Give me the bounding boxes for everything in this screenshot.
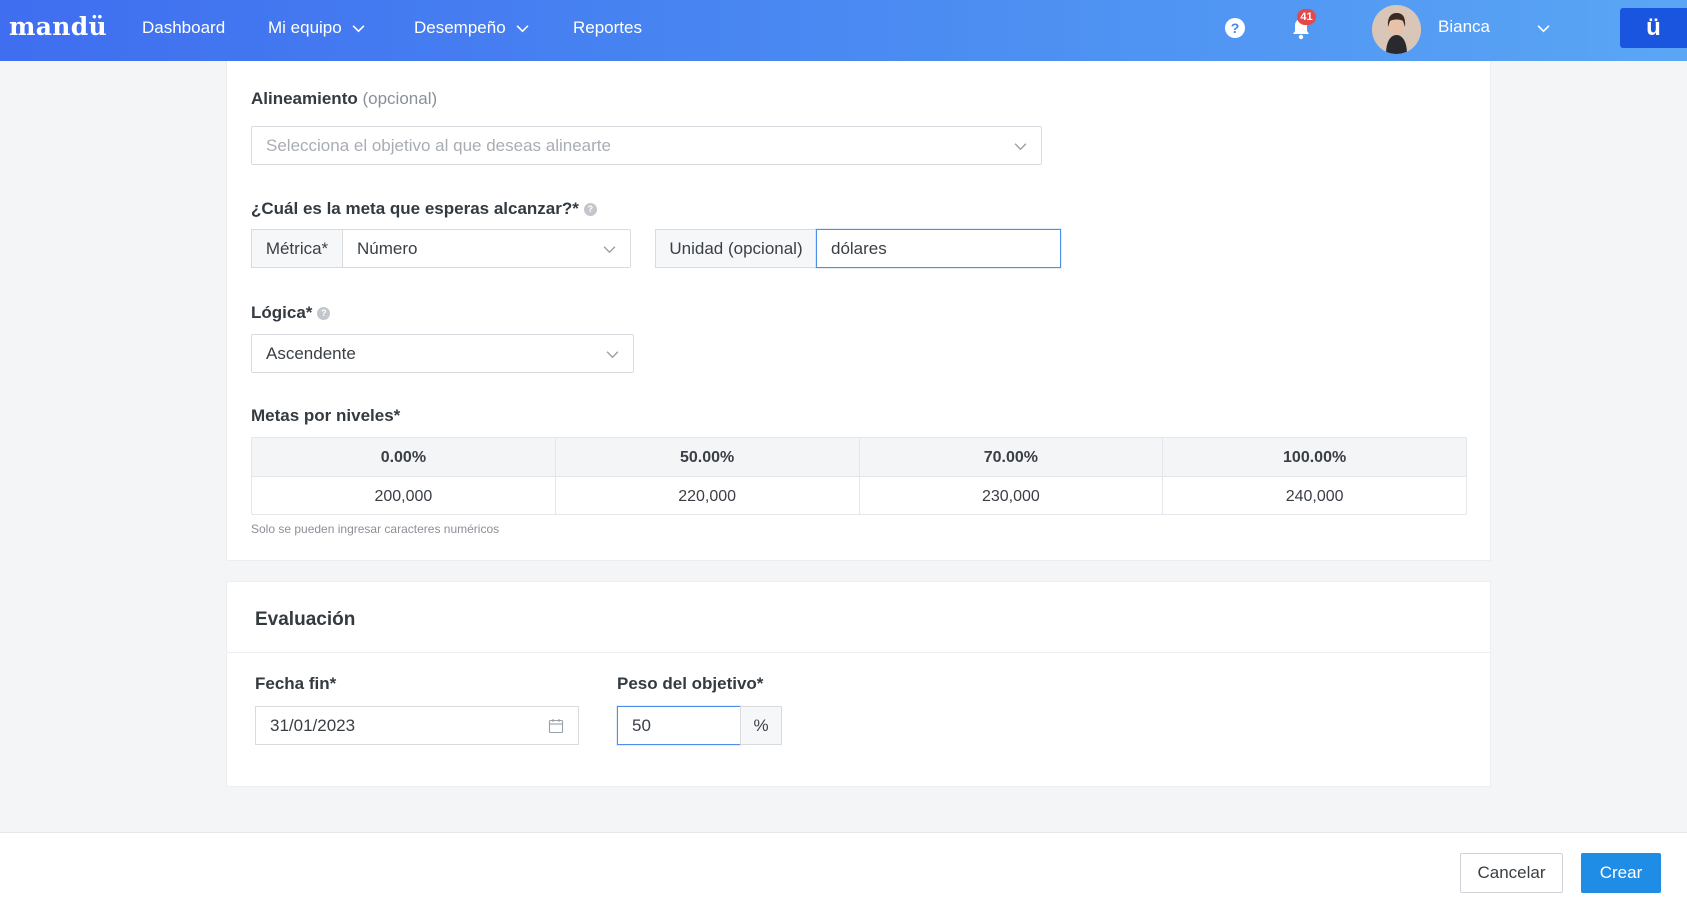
- fecha-fin-label: Fecha fin*: [255, 674, 337, 693]
- user-avatar[interactable]: [1372, 5, 1421, 54]
- nav-dashboard[interactable]: Dashboard: [142, 18, 225, 38]
- fecha-fin-input[interactable]: 31/01/2023: [255, 706, 579, 745]
- meta-label: ¿Cuál es la meta que esperas alcanzar?*?: [251, 199, 597, 219]
- evaluacion-title: Evaluación: [255, 609, 356, 630]
- unidad-input[interactable]: dólares: [816, 229, 1061, 268]
- nav-mi-equipo-label: Mi equipo: [268, 18, 342, 37]
- level-value-input[interactable]: 220,000: [556, 477, 860, 514]
- create-button[interactable]: Crear: [1581, 853, 1661, 893]
- nav-mi-equipo[interactable]: Mi equipo: [268, 18, 365, 38]
- alineamiento-placeholder: Selecciona el objetivo al que deseas ali…: [266, 136, 611, 155]
- level-header: 100.00%: [1283, 449, 1347, 466]
- evaluacion-card: Evaluación Fecha fin* 31/01/2023 Peso de…: [226, 581, 1491, 787]
- meta-label-text: ¿Cuál es la meta que esperas alcanzar?*: [251, 199, 579, 218]
- metrica-select[interactable]: Número: [342, 229, 631, 268]
- unidad-addon: Unidad (opcional): [655, 229, 817, 268]
- levels-table: 0.00% 50.00% 70.00% 100.00% 200,000 220,…: [251, 437, 1467, 515]
- info-icon[interactable]: ?: [317, 307, 331, 321]
- numeric-hint: Solo se pueden ingresar caracteres numér…: [251, 522, 500, 536]
- chevron-down-icon: [1014, 143, 1027, 151]
- help-icon[interactable]: ?: [1225, 18, 1245, 38]
- peso-objetivo-input[interactable]: 50: [617, 706, 741, 745]
- levels-values-row: 200,000 220,000 230,000 240,000: [252, 477, 1466, 514]
- top-navigation-bar: mandü Dashboard Mi equipo Desempeño Repo…: [0, 0, 1687, 61]
- logica-select[interactable]: Ascendente: [251, 334, 634, 373]
- level-value-input[interactable]: 200,000: [252, 477, 556, 514]
- avatar-photo-icon: [1372, 5, 1421, 54]
- level-value-input[interactable]: 240,000: [1163, 477, 1466, 514]
- fecha-fin-value: 31/01/2023: [270, 716, 356, 735]
- metrica-addon: Métrica*: [251, 229, 343, 268]
- brand-tile[interactable]: ü: [1620, 8, 1687, 48]
- logica-value: Ascendente: [266, 344, 356, 363]
- chevron-down-icon: [352, 24, 365, 32]
- chevron-down-icon[interactable]: [1537, 22, 1550, 35]
- levels-header-row: 0.00% 50.00% 70.00% 100.00%: [252, 438, 1466, 477]
- alineamiento-select[interactable]: Selecciona el objetivo al que deseas ali…: [251, 126, 1042, 165]
- level-header: 70.00%: [860, 438, 1164, 476]
- nav-desempeno-label: Desempeño: [414, 18, 506, 37]
- app-logo[interactable]: mandü: [9, 12, 107, 41]
- percent-addon: %: [740, 706, 782, 745]
- calendar-icon[interactable]: [548, 718, 564, 734]
- user-name[interactable]: Bianca: [1438, 17, 1490, 37]
- level-header: 0.00%: [252, 438, 556, 476]
- chevron-down-icon: [516, 24, 529, 32]
- goal-definition-card: Alineamiento (opcional) Selecciona el ob…: [226, 61, 1491, 561]
- alineamiento-label: Alineamiento (opcional): [251, 89, 437, 109]
- alineamiento-optional: (opcional): [362, 89, 438, 108]
- chevron-down-icon: [603, 246, 616, 254]
- form-footer: Cancelar Crear: [0, 832, 1687, 900]
- info-icon[interactable]: ?: [583, 203, 597, 217]
- nav-dashboard-label: Dashboard: [142, 18, 226, 37]
- metrica-value: Número: [357, 239, 418, 258]
- cancel-button[interactable]: Cancelar: [1460, 853, 1563, 893]
- metas-niveles-label: Metas por niveles*: [251, 406, 401, 425]
- level-value-input[interactable]: 230,000: [860, 477, 1164, 514]
- notification-badge: 41: [1297, 9, 1316, 25]
- alineamiento-label-text: Alineamiento: [251, 89, 358, 108]
- level-header: 50.00%: [556, 438, 860, 476]
- peso-objetivo-label: Peso del objetivo*: [617, 674, 764, 693]
- logica-label: Lógica*?: [251, 303, 331, 323]
- nav-reportes[interactable]: Reportes: [573, 18, 642, 38]
- nav-desempeno[interactable]: Desempeño: [414, 18, 529, 38]
- nav-reportes-label: Reportes: [573, 18, 642, 37]
- chevron-down-icon: [606, 351, 619, 359]
- logica-label-text: Lógica*: [251, 303, 313, 322]
- card-divider: [227, 652, 1490, 653]
